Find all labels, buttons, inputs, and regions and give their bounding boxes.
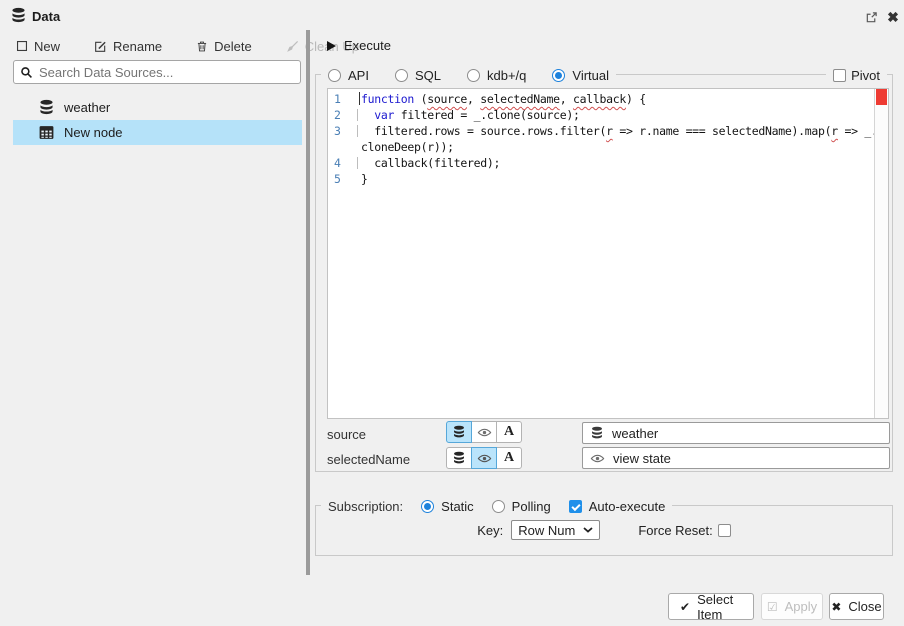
code-line: 4 callback(filtered);	[328, 155, 873, 171]
key-dropdown[interactable]: Row Num	[511, 520, 600, 540]
chevron-down-icon	[583, 527, 593, 533]
new-button[interactable]: New	[16, 39, 60, 54]
search-box	[13, 60, 301, 84]
check-icon: ✔	[680, 600, 690, 614]
radio-sql[interactable]: SQL	[395, 68, 441, 83]
expand-icon[interactable]	[862, 8, 880, 26]
x-icon: ✖	[831, 600, 841, 614]
radio-static[interactable]: Static	[421, 499, 474, 514]
code-lines: 1function (source, selectedName, callbac…	[328, 91, 873, 187]
subscription-group: Subscription: Static Polling Auto-execut…	[315, 505, 893, 556]
radio-polling[interactable]: Polling	[492, 499, 551, 514]
datasource-toggle-button[interactable]	[446, 447, 472, 469]
force-reset-label: Force Reset:	[638, 523, 712, 538]
rename-button[interactable]: Rename	[94, 39, 162, 54]
annotation-ruler[interactable]	[874, 89, 888, 418]
query-type-options: API SQL kdb+/q Virtual	[321, 66, 616, 84]
viewstate-toggle-button[interactable]	[471, 421, 497, 443]
check-square-icon: ☑	[767, 600, 778, 614]
source-type-toggle: A	[446, 421, 522, 443]
eye-icon	[590, 451, 605, 466]
table-icon	[38, 124, 55, 141]
broom-icon	[286, 40, 299, 53]
delete-button[interactable]: Delete	[196, 39, 252, 54]
play-icon	[327, 41, 336, 51]
database-icon	[10, 7, 27, 24]
panel-splitter[interactable]	[306, 30, 310, 575]
code-line: cloneDeep(r));	[328, 139, 873, 155]
search-input[interactable]	[39, 65, 294, 80]
force-reset-checkbox[interactable]	[718, 524, 731, 537]
radio-virtual[interactable]: Virtual	[552, 68, 609, 83]
key-label: Key:	[477, 523, 503, 538]
text-toggle-button[interactable]: A	[496, 421, 522, 443]
radio-icon	[467, 69, 480, 82]
viewstate-toggle-button[interactable]	[471, 447, 497, 469]
list-item-weather[interactable]: weather	[13, 95, 302, 120]
selectedname-value-combo[interactable]: view state	[582, 447, 890, 469]
radio-icon	[552, 69, 565, 82]
code-editor[interactable]: 1function (source, selectedName, callbac…	[327, 88, 889, 419]
dialog-title: Data	[32, 9, 60, 24]
rename-icon	[94, 40, 107, 53]
datasource-toggle-button[interactable]	[446, 421, 472, 443]
error-marker	[876, 89, 887, 105]
code-line: 2 var filtered = _.clone(source);	[328, 107, 873, 123]
auto-execute-option[interactable]: Auto-execute	[569, 499, 666, 514]
auto-execute-checkbox	[569, 500, 582, 513]
radio-icon	[492, 500, 505, 513]
pivot-checkbox[interactable]	[833, 69, 846, 82]
code-line: 5}	[328, 171, 873, 187]
radio-api[interactable]: API	[328, 68, 369, 83]
radio-kdbq[interactable]: kdb+/q	[467, 68, 526, 83]
radio-icon	[328, 69, 341, 82]
key-row: Key: Row Num Force Reset:	[316, 520, 892, 540]
param-label-source: source	[327, 427, 366, 442]
force-reset-option: Force Reset:	[638, 523, 730, 538]
list-item-new-node[interactable]: New node	[13, 120, 302, 145]
close-icon[interactable]: ✖	[884, 8, 902, 26]
database-icon	[38, 99, 55, 116]
datasource-list: weather New node	[13, 95, 302, 145]
select-item-button[interactable]: ✔ Select Item	[668, 593, 754, 620]
execute-button[interactable]: Execute	[327, 38, 391, 53]
search-icon	[20, 66, 33, 79]
apply-button[interactable]: ☑ Apply	[761, 593, 823, 620]
code-line: 3 filtered.rows = source.rows.filter(r =…	[328, 123, 873, 139]
subscription-label: Subscription:	[328, 499, 403, 514]
source-value-combo[interactable]: weather	[582, 422, 890, 444]
pivot-option: Pivot	[826, 66, 887, 84]
code-line: 1function (source, selectedName, callbac…	[328, 91, 873, 107]
database-icon	[590, 426, 604, 440]
radio-icon	[421, 500, 434, 513]
trash-icon	[196, 40, 208, 53]
radio-icon	[395, 69, 408, 82]
text-toggle-button[interactable]: A	[496, 447, 522, 469]
subscription-options: Subscription: Static Polling Auto-execut…	[321, 497, 672, 515]
close-button[interactable]: ✖ Close	[829, 593, 884, 620]
selectedname-type-toggle: A	[446, 447, 522, 469]
new-icon	[16, 40, 28, 52]
data-sources-dialog: Data ✖ New Rename Delete Clean Up weathe	[0, 0, 904, 626]
param-label-selectedname: selectedName	[327, 452, 410, 467]
